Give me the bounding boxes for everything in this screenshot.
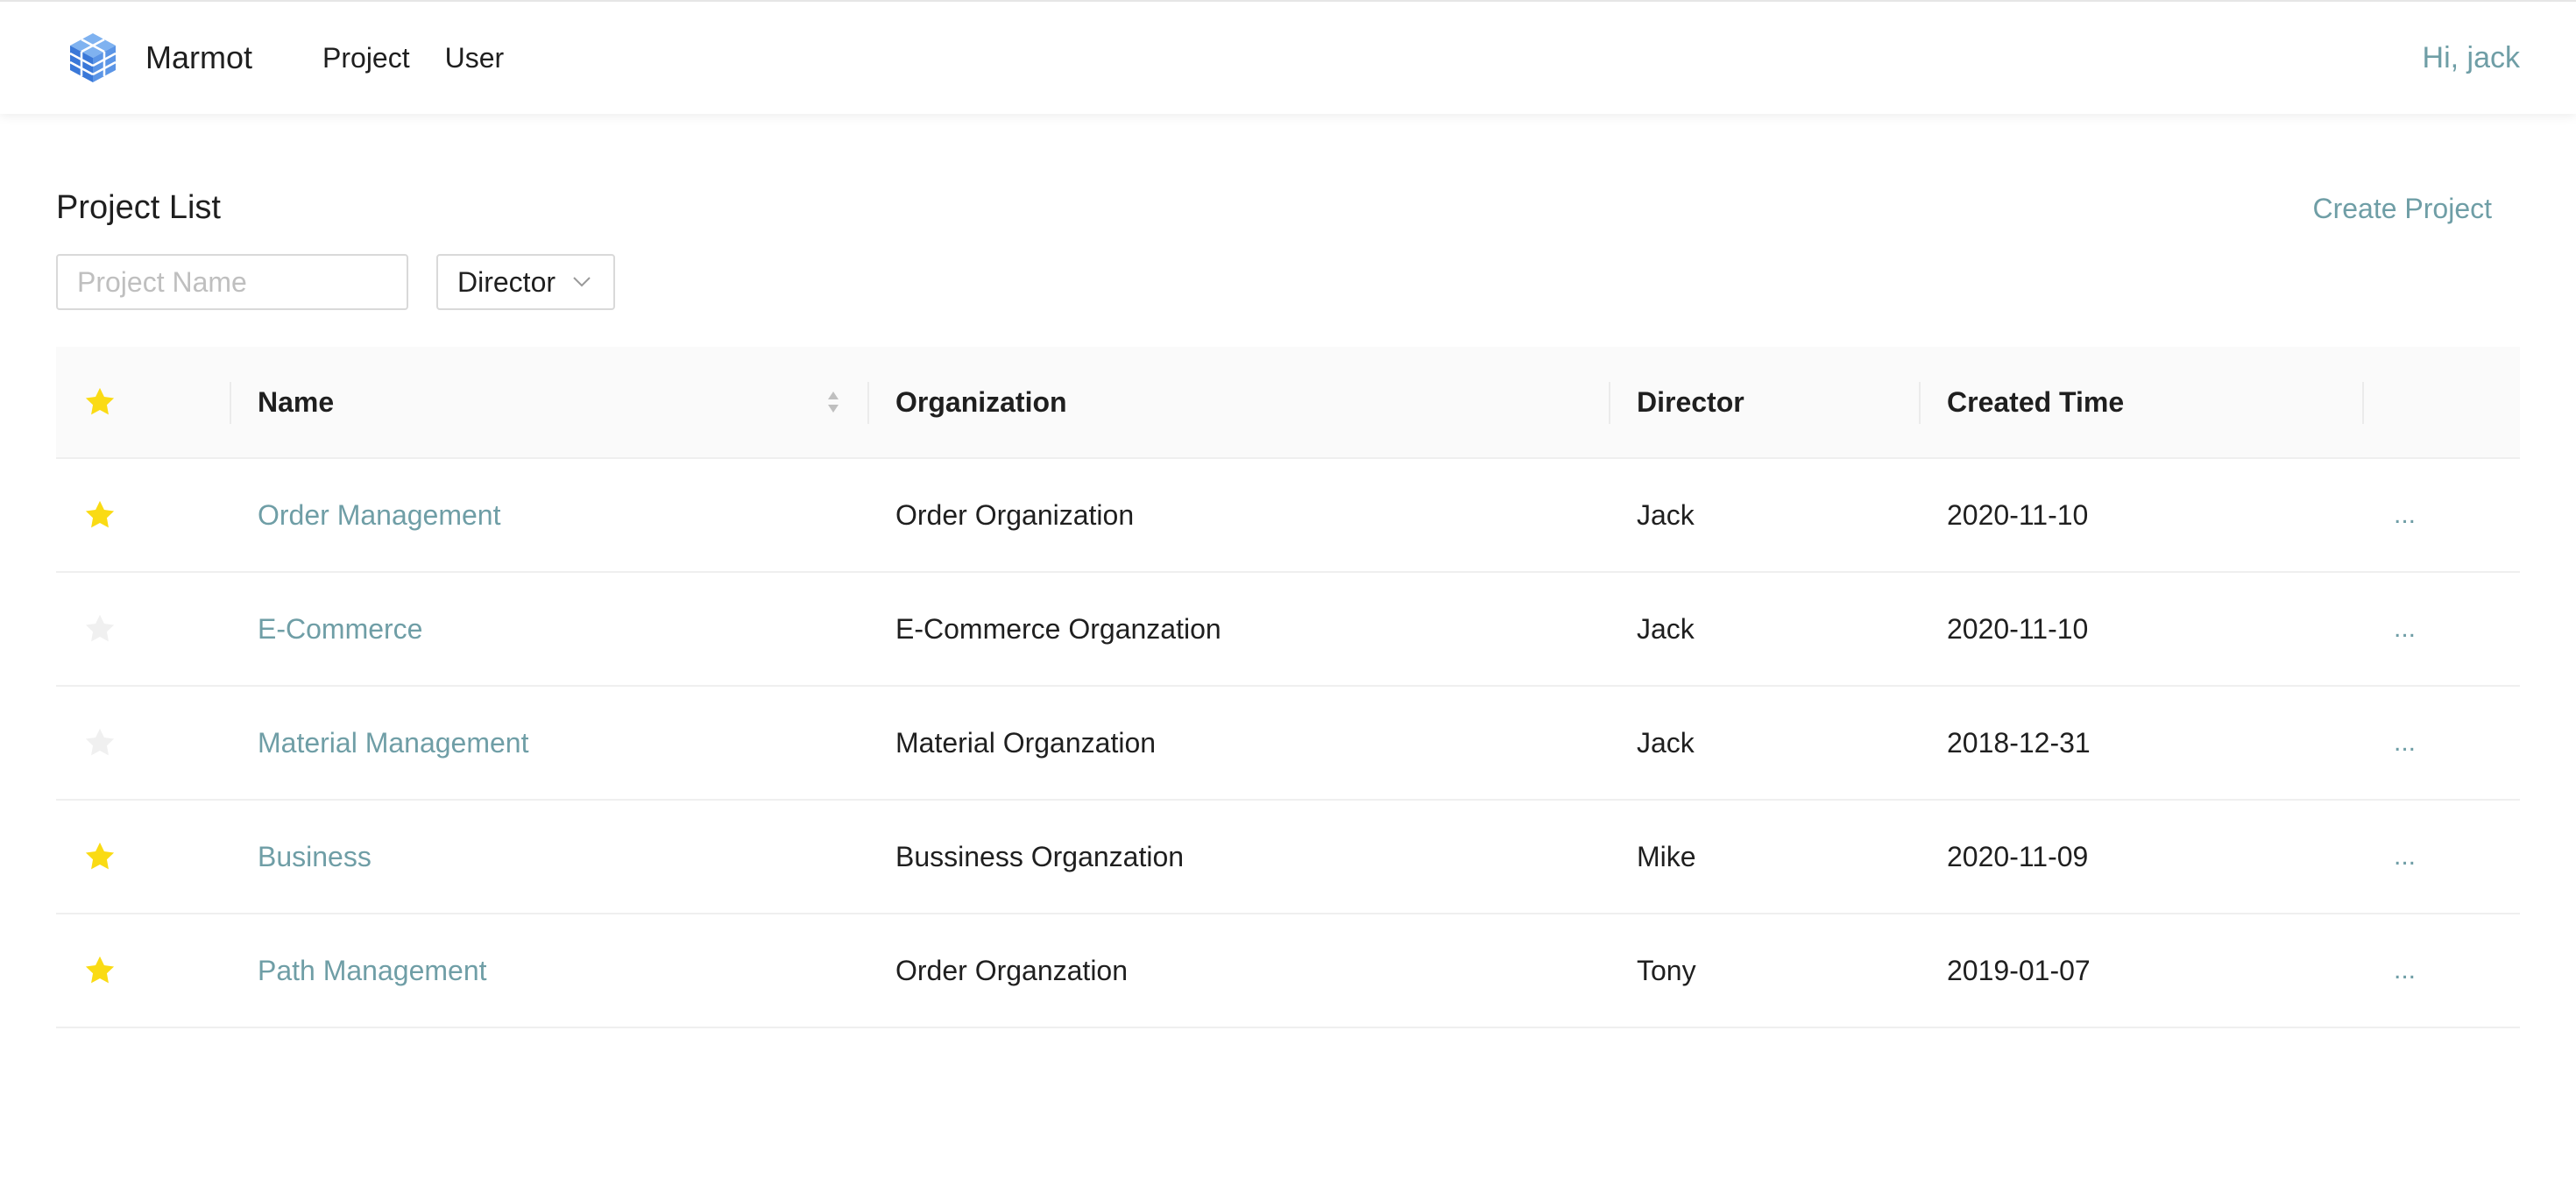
director: Tony: [1637, 954, 1696, 986]
director-cell: Jack: [1609, 687, 1919, 799]
top-navbar: Marmot Project User Hi, jack: [0, 0, 2576, 114]
created-time-cell: 2018-12-31: [1919, 687, 2362, 799]
organization: Bussiness Organzation: [895, 840, 1185, 872]
user-greeting[interactable]: Hi, jack: [2423, 41, 2520, 75]
brand-name: Marmot: [145, 39, 253, 75]
director: Jack: [1637, 726, 1695, 759]
director-cell: Jack: [1609, 573, 1919, 685]
created-time: 2018-12-31: [1947, 726, 2091, 759]
star-icon[interactable]: [82, 611, 117, 646]
organization: Order Organzation: [895, 954, 1129, 986]
created-time-cell: 2020-11-10: [1919, 459, 2362, 571]
project-name-link-cell: E-Commerce: [230, 573, 867, 685]
create-project-button[interactable]: Create Project: [2312, 193, 2492, 225]
project-name-link[interactable]: Material Management: [258, 727, 528, 759]
director-cell: Jack: [1609, 459, 1919, 571]
page-title: Project List: [56, 189, 221, 226]
organization-cell: Material Organzation: [867, 687, 1609, 799]
table-row: Material Management Material Organzation J…: [56, 687, 2520, 801]
organization-cell: Bussiness Organzation: [867, 801, 1609, 913]
filter-bar: Director: [56, 254, 615, 310]
director-select[interactable]: Director: [436, 254, 615, 310]
more-actions-button-cell: ...: [2362, 573, 2520, 685]
project-name-link[interactable]: E-Commerce: [258, 613, 422, 646]
star-cell: [56, 459, 230, 571]
star-cell: [56, 573, 230, 685]
organization: Material Organzation: [895, 726, 1157, 759]
project-name-link-cell: Business: [230, 801, 867, 913]
table-row: Business Bussiness Organzation Mike 2020-11…: [56, 801, 2520, 914]
project-name-link[interactable]: Business: [258, 841, 372, 873]
star-icon[interactable]: [82, 385, 117, 420]
more-actions-button-cell: ...: [2362, 459, 2520, 571]
more-actions-button[interactable]: ...: [2390, 500, 2416, 530]
created-time-cell: 2019-01-07: [1919, 914, 2362, 1027]
table-row: Path Management Order Organzation Tony 2019…: [56, 914, 2520, 1028]
column-header-director: Director: [1609, 347, 1919, 457]
project-name-link[interactable]: Path Management: [258, 955, 487, 987]
star-cell: [56, 687, 230, 799]
header-star-cell: [56, 347, 230, 457]
column-header-name[interactable]: Name: [230, 347, 867, 457]
column-header-organization: Organization: [867, 347, 1609, 457]
project-name-link-cell: Material Management: [230, 687, 867, 799]
nav-item-project[interactable]: Project: [322, 42, 410, 74]
chevron-down-icon: [571, 272, 592, 293]
star-icon[interactable]: [82, 953, 117, 988]
nav-item-user[interactable]: User: [445, 42, 505, 74]
created-time-cell: 2020-11-09: [1919, 801, 2362, 913]
director: Jack: [1637, 612, 1695, 645]
star-icon[interactable]: [82, 839, 117, 874]
project-name-input[interactable]: [56, 254, 408, 310]
sort-icon[interactable]: [825, 388, 841, 416]
column-header-actions: [2362, 347, 2520, 457]
project-name-link-cell: Order Management: [230, 459, 867, 571]
star-icon[interactable]: [82, 725, 117, 760]
more-actions-button[interactable]: ...: [2390, 956, 2416, 985]
director: Jack: [1637, 498, 1695, 531]
created-time: 2020-11-09: [1947, 840, 2089, 872]
organization-cell: E-Commerce Organzation: [867, 573, 1609, 685]
organization-cell: Order Organization: [867, 459, 1609, 571]
star-icon[interactable]: [82, 498, 117, 533]
director-cell: Mike: [1609, 801, 1919, 913]
cube-logo-icon[interactable]: [65, 30, 121, 86]
director-select-value: Director: [457, 265, 556, 298]
project-name-link[interactable]: Order Management: [258, 499, 500, 532]
project-table: Name Organization Director Created Time …: [56, 347, 2520, 1028]
star-cell: [56, 914, 230, 1027]
project-name-link-cell: Path Management: [230, 914, 867, 1027]
more-actions-button[interactable]: ...: [2390, 842, 2416, 872]
more-actions-button-cell: ...: [2362, 914, 2520, 1027]
more-actions-button-cell: ...: [2362, 687, 2520, 799]
created-time: 2020-11-10: [1947, 612, 2089, 645]
more-actions-button[interactable]: ...: [2390, 728, 2416, 758]
table-row: E-Commerce E-Commerce Organzation Jack 2020…: [56, 573, 2520, 687]
more-actions-button-cell: ...: [2362, 801, 2520, 913]
organization: E-Commerce Organzation: [895, 612, 1221, 645]
table-header: Name Organization Director Created Time: [56, 347, 2520, 459]
created-time-cell: 2020-11-10: [1919, 573, 2362, 685]
table-body: Order Management Order Organization Jack 20…: [56, 459, 2520, 1028]
director: Mike: [1637, 840, 1696, 872]
director-cell: Tony: [1609, 914, 1919, 1027]
created-time: 2019-01-07: [1947, 954, 2091, 986]
created-time: 2020-11-10: [1947, 498, 2089, 531]
table-row: Order Management Order Organization Jack 20…: [56, 459, 2520, 573]
organization: Order Organization: [895, 498, 1135, 531]
column-header-created-time: Created Time: [1919, 347, 2362, 457]
organization-cell: Order Organzation: [867, 914, 1609, 1027]
star-cell: [56, 801, 230, 913]
more-actions-button[interactable]: ...: [2390, 614, 2416, 644]
